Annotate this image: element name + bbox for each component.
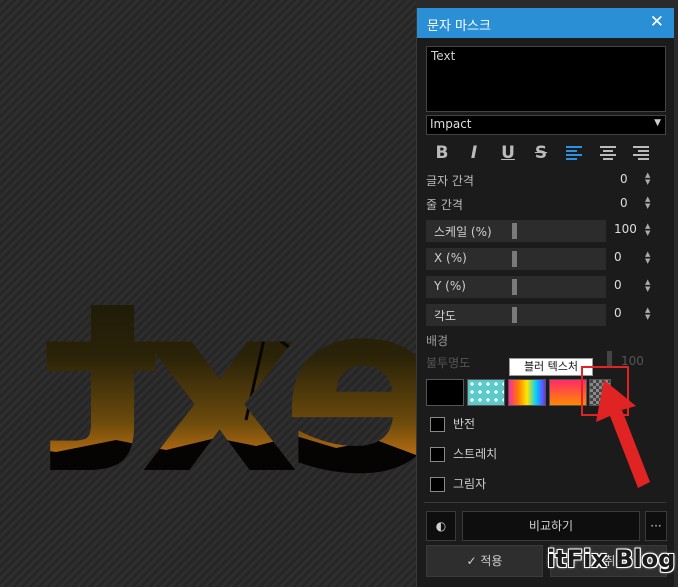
slider-handle[interactable] (512, 279, 517, 295)
more-button[interactable]: ··· (645, 511, 667, 541)
char-spacing-value[interactable]: 0 (620, 172, 628, 186)
swatch-rainbow[interactable] (508, 379, 546, 406)
align-right-icon[interactable] (630, 142, 652, 164)
char-spacing-label: 글자 간격 (426, 174, 474, 188)
dialog-titlebar: 문자 마스크 ✕ (417, 8, 674, 38)
y-slider[interactable]: Y (%) (426, 276, 606, 298)
apply-label: 적용 (480, 554, 503, 568)
compare-split-icon[interactable]: ◐ (426, 511, 456, 541)
slider-handle[interactable] (512, 223, 517, 239)
align-center-icon[interactable] (597, 142, 619, 164)
bold-icon[interactable]: B (431, 142, 453, 164)
dialog-title: 문자 마스크 (427, 19, 491, 34)
red-arrow-icon (596, 380, 650, 488)
spinner-arrows-icon[interactable]: ▲ ▼ (645, 251, 653, 265)
line-spacing-value[interactable]: 0 (620, 196, 628, 210)
shadow-label: 그림자 (453, 477, 487, 491)
slider-handle[interactable] (512, 307, 517, 323)
underline-icon[interactable]: U (497, 142, 519, 164)
divider (424, 502, 666, 503)
font-select-value: Impact (430, 117, 472, 131)
stretch-checkbox[interactable] (430, 447, 445, 462)
strikethrough-icon[interactable]: S (530, 142, 552, 164)
font-select[interactable]: Impact ▼ (426, 115, 666, 135)
scale-label: 스케일 (%) (434, 225, 492, 239)
y-label: Y (%) (434, 279, 466, 293)
text-input[interactable]: Text (426, 46, 666, 112)
image-canvas[interactable]: ext (0, 0, 416, 587)
swatch-dots[interactable] (467, 379, 505, 406)
opacity-label: 불투명도 (426, 356, 471, 370)
spinner-arrows-icon[interactable]: ▲ ▼ (645, 196, 653, 210)
watermark: itFix Blog (547, 545, 676, 573)
y-value[interactable]: 0 (614, 278, 622, 292)
angle-label: 각도 (434, 309, 457, 323)
background-label: 배경 (426, 334, 449, 348)
spinner-arrows-icon[interactable]: ▲ ▼ (645, 223, 653, 237)
angle-slider[interactable]: 각도 (426, 304, 606, 326)
close-icon[interactable]: ✕ (650, 12, 664, 32)
scale-value[interactable]: 100 (614, 222, 637, 236)
x-value[interactable]: 0 (614, 250, 622, 264)
align-left-icon[interactable] (563, 142, 585, 164)
text-mask-preview: ext (46, 251, 416, 500)
x-slider[interactable]: X (%) (426, 248, 606, 270)
invert-checkbox[interactable] (430, 417, 445, 432)
scale-slider[interactable]: 스케일 (%) (426, 220, 606, 242)
invert-label: 반전 (453, 417, 476, 431)
spinner-arrows-icon[interactable]: ▲ ▼ (645, 307, 653, 321)
swatch-black[interactable] (426, 379, 464, 406)
text-mask-panel: 문자 마스크 ✕ Text Impact ▼ B I U S 글자 간격 0 ▲… (416, 8, 674, 587)
check-icon: ✓ (466, 554, 477, 568)
italic-icon[interactable]: I (463, 142, 485, 164)
spinner-arrows-icon[interactable]: ▲ ▼ (645, 172, 653, 186)
apply-button[interactable]: ✓ 적용 (426, 545, 543, 577)
stretch-label: 스트레치 (453, 447, 498, 461)
x-label: X (%) (434, 251, 467, 265)
line-spacing-label: 줄 간격 (426, 198, 463, 212)
opacity-slider-handle[interactable] (607, 351, 612, 367)
compare-button[interactable]: 비교하기 (462, 511, 640, 541)
spinner-arrows-icon[interactable]: ▲ ▼ (645, 279, 653, 293)
shadow-checkbox[interactable] (430, 477, 445, 492)
slider-handle[interactable] (512, 251, 517, 267)
angle-value[interactable]: 0 (614, 306, 622, 320)
dropdown-arrow-icon: ▼ (654, 118, 661, 128)
